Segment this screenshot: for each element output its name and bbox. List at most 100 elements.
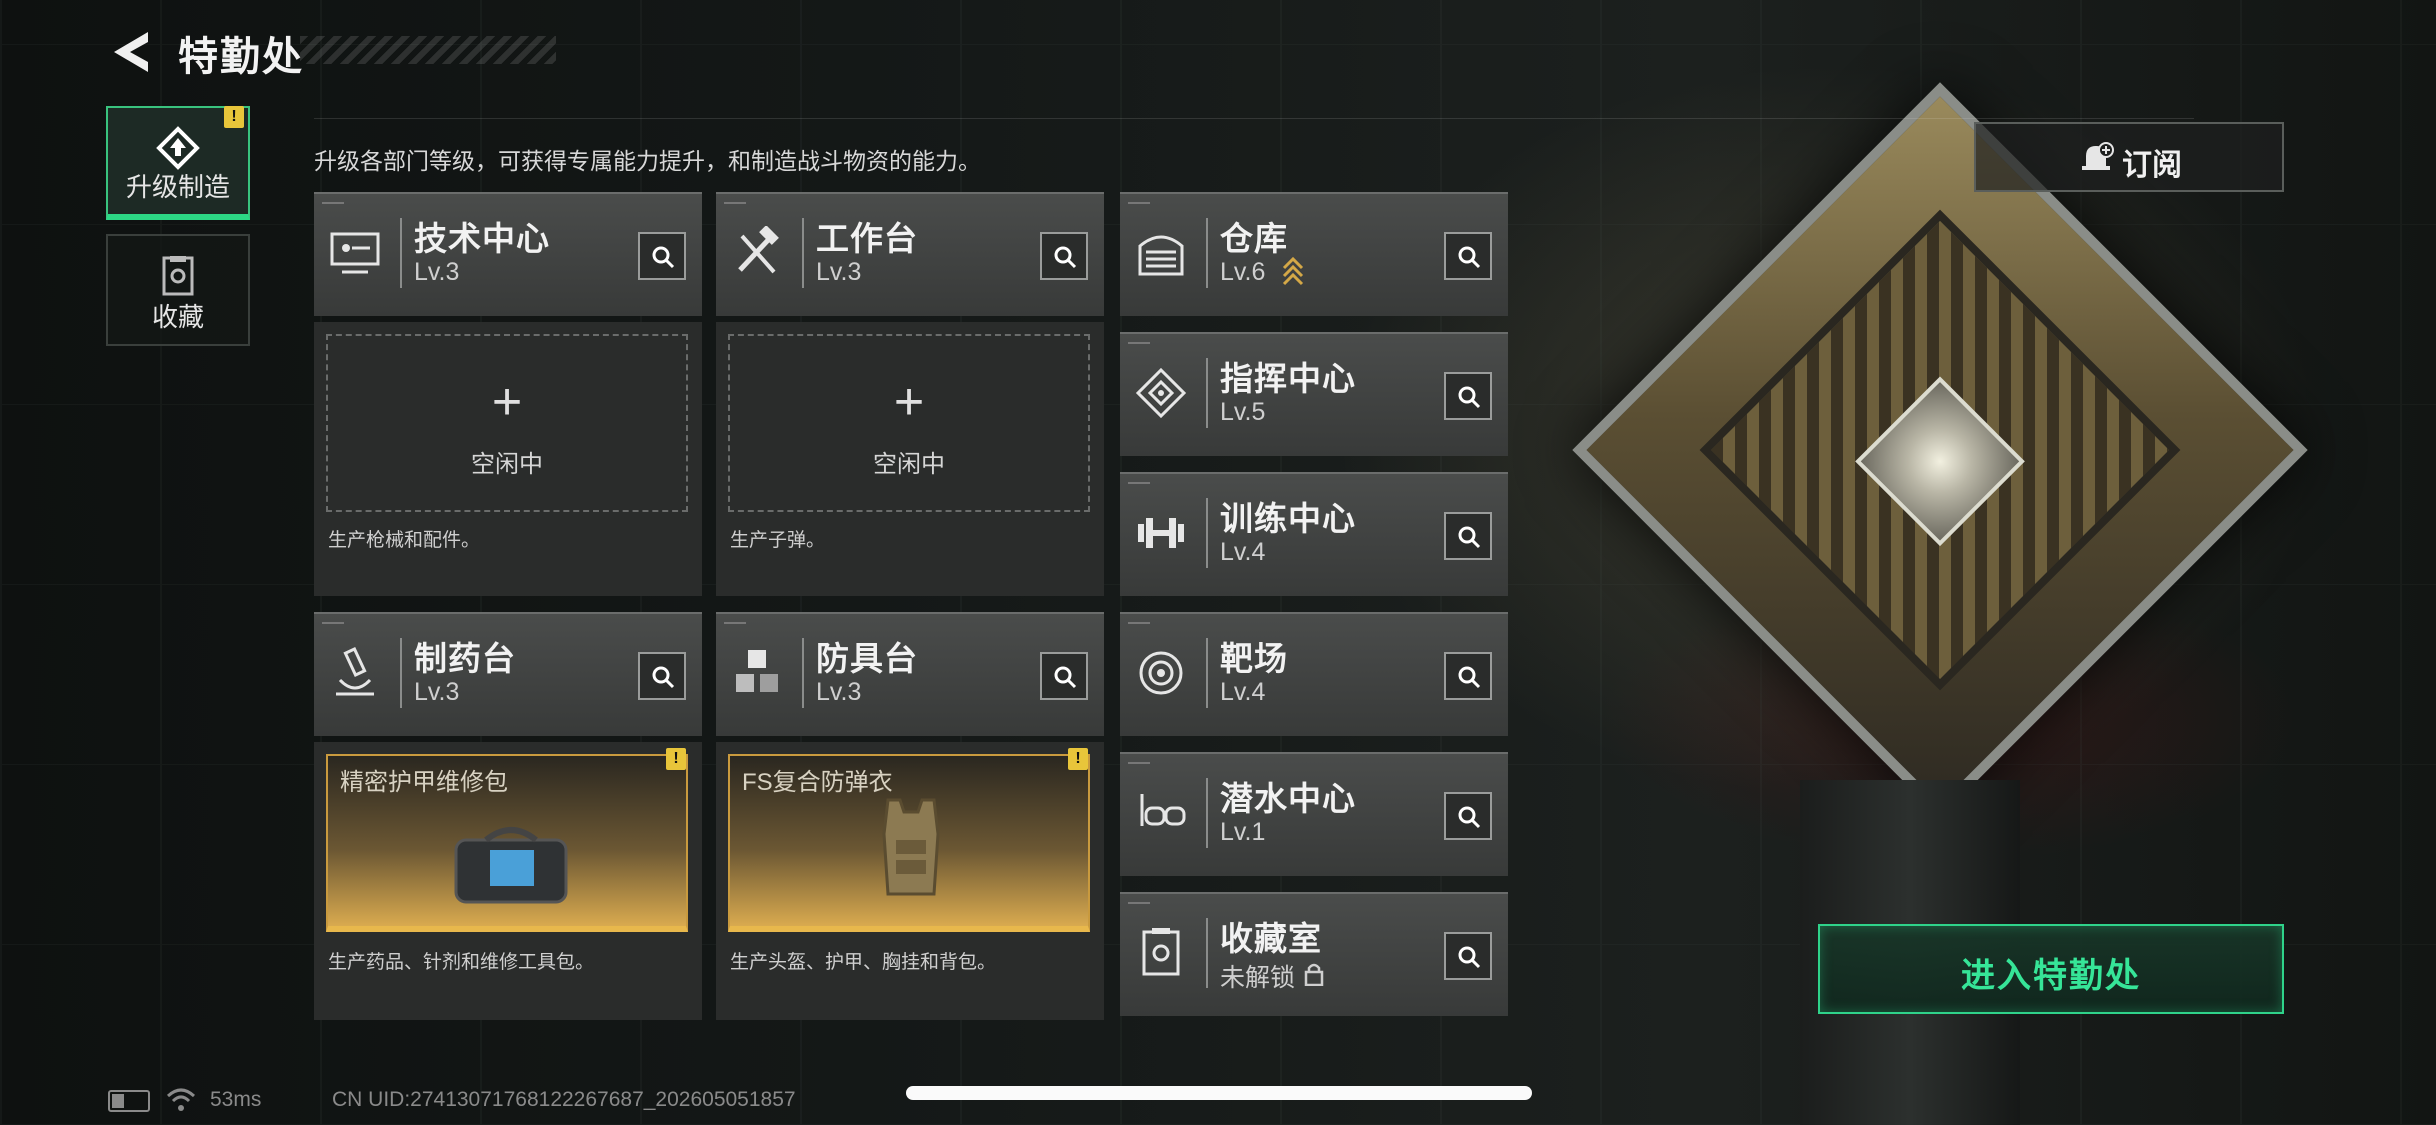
page-title: 特勤处: [178, 35, 304, 79]
dept-level: Lv.3: [414, 678, 460, 706]
production-item-slot[interactable]: FS复合防弹衣 !: [728, 748, 1090, 932]
dept-card-tech-center[interactable]: 技术中心 Lv.3: [314, 192, 702, 316]
dept-card-diving-center[interactable]: 潜水中心 Lv.1: [1120, 752, 1508, 876]
repair-kit-bag-icon: [454, 827, 568, 904]
dept-level: Lv.1: [1220, 818, 1266, 846]
slot-status: 空闲中: [873, 451, 945, 478]
magnifier-icon: [652, 666, 675, 689]
dept-card-collection-room[interactable]: 收藏室 未解锁: [1120, 892, 1508, 1016]
dumbbell-icon: [1138, 518, 1184, 548]
magnifier-icon: [1458, 386, 1481, 409]
alert-badge: !: [224, 106, 244, 128]
inspect-button[interactable]: [1040, 652, 1088, 700]
microscope-icon: [336, 647, 374, 696]
shutter-icon: [1138, 235, 1184, 276]
dept-name: 靶场: [1220, 640, 1288, 677]
enter-special-ops-button[interactable]: 进入特勤处: [1818, 924, 2284, 1014]
enter-button-label: 进入特勤处: [1961, 957, 2141, 995]
dept-name: 技术中心: [414, 220, 550, 257]
hammer-wrench-icon: [738, 226, 779, 274]
production-panel-tech-center: + 空闲中 生产枪械和配件。: [314, 322, 702, 596]
trophy-case-icon: [1142, 928, 1180, 976]
production-description: 生产枪械和配件。: [328, 530, 481, 551]
dept-level: 未解锁: [1220, 964, 1296, 992]
inspect-button[interactable]: [1444, 372, 1492, 420]
empty-production-slot[interactable]: + 空闲中: [326, 334, 688, 512]
dept-card-workbench[interactable]: 工作台 Lv.3: [716, 192, 1104, 316]
dept-name: 潜水中心: [1220, 780, 1356, 817]
subscribe-button[interactable]: 订阅: [1974, 122, 2284, 192]
inspect-button[interactable]: [1444, 932, 1492, 980]
magnifier-icon: [1458, 526, 1481, 549]
dept-card-armor-bench[interactable]: 防具台 Lv.3: [716, 612, 1104, 736]
item-name: FS复合防弹衣: [742, 769, 893, 796]
monitor-icon: [330, 232, 380, 274]
lock-icon: [1304, 963, 1324, 986]
magnifier-icon: [1054, 246, 1077, 269]
production-panel-workbench: + 空闲中 生产子弹。: [716, 322, 1104, 596]
dept-name: 制药台: [414, 640, 516, 677]
wifi-icon: [166, 1088, 196, 1111]
magnifier-icon: [1458, 806, 1481, 829]
production-description: 生产药品、针剂和维修工具包。: [328, 952, 595, 973]
cubes-icon: [736, 650, 778, 692]
inspect-button[interactable]: [1040, 232, 1088, 280]
nav-tab-collection-label: 收藏: [151, 302, 204, 332]
magnifier-icon: [652, 246, 675, 269]
alert-badge: !: [666, 748, 686, 770]
dept-card-pharmacy[interactable]: 制药台 Lv.3: [314, 612, 702, 736]
dept-level: Lv.3: [414, 258, 460, 286]
inspect-button[interactable]: [1444, 512, 1492, 560]
trophy-case-icon: [162, 256, 194, 296]
dept-name: 收藏室: [1220, 920, 1322, 957]
dept-card-command-center[interactable]: 指挥中心 Lv.5: [1120, 332, 1508, 456]
bell-plus-icon: [2082, 142, 2114, 170]
plus-icon: +: [491, 373, 523, 431]
production-description: 生产子弹。: [730, 530, 826, 551]
back-arrow-icon[interactable]: [108, 28, 152, 76]
dept-card-shooting-range[interactable]: 靶场 Lv.4: [1120, 612, 1508, 736]
dept-level: Lv.4: [1220, 678, 1266, 706]
inspect-button[interactable]: [638, 232, 686, 280]
upgrade-chevrons-icon: [1282, 256, 1304, 286]
dept-name: 防具台: [816, 640, 918, 677]
magnifier-icon: [1054, 666, 1077, 689]
alert-badge: !: [1068, 748, 1088, 770]
production-panel-pharmacy: 精密护甲维修包 ! 生产药品、针剂和维修工具包。: [314, 742, 702, 1020]
plus-icon: +: [893, 373, 925, 431]
dept-level: Lv.3: [816, 258, 862, 286]
dept-name: 工作台: [816, 220, 918, 257]
subscribe-label: 订阅: [2122, 149, 2182, 182]
dept-name: 仓库: [1220, 220, 1288, 257]
inspect-button[interactable]: [1444, 652, 1492, 700]
battery-icon: [108, 1090, 150, 1112]
body-armor-vest-icon: [882, 798, 940, 896]
dept-name: 训练中心: [1220, 500, 1356, 537]
page-description: 升级各部门等级，可获得专属能力提升，和制造战斗物资的能力。: [314, 148, 981, 174]
empty-production-slot[interactable]: + 空闲中: [728, 334, 1090, 512]
magnifier-icon: [1458, 946, 1481, 969]
production-item-slot[interactable]: 精密护甲维修包 !: [326, 748, 688, 932]
user-uid: CN UID:27413071768122267687_202605051857: [332, 1088, 796, 1111]
dept-level: Lv.5: [1220, 398, 1266, 426]
header-divider: [314, 118, 2194, 119]
dept-card-training-center[interactable]: 训练中心 Lv.4: [1120, 472, 1508, 596]
home-indicator[interactable]: [906, 1086, 1532, 1100]
inspect-button[interactable]: [1444, 232, 1492, 280]
target-icon: [1139, 651, 1183, 695]
inspect-button[interactable]: [638, 652, 686, 700]
dept-card-warehouse[interactable]: 仓库 Lv.6: [1120, 192, 1508, 316]
title-decoration: [300, 36, 556, 64]
nav-tab-upgrade[interactable]: 升级制造 !: [106, 106, 250, 220]
dept-name: 指挥中心: [1220, 360, 1356, 397]
nav-tab-collection[interactable]: 收藏: [106, 234, 250, 346]
dept-level: Lv.6: [1220, 258, 1266, 286]
inspect-button[interactable]: [1444, 792, 1492, 840]
magnifier-icon: [1458, 246, 1481, 269]
production-panel-armor-bench: FS复合防弹衣 ! 生产头盔、护甲、胸挂和背包。: [716, 742, 1104, 1020]
magnifier-icon: [1458, 666, 1481, 689]
slot-status: 空闲中: [471, 451, 543, 478]
command-emblem-icon: [1135, 367, 1187, 419]
nav-tab-upgrade-label: 升级制造: [125, 172, 230, 202]
dept-level: Lv.4: [1220, 538, 1266, 566]
